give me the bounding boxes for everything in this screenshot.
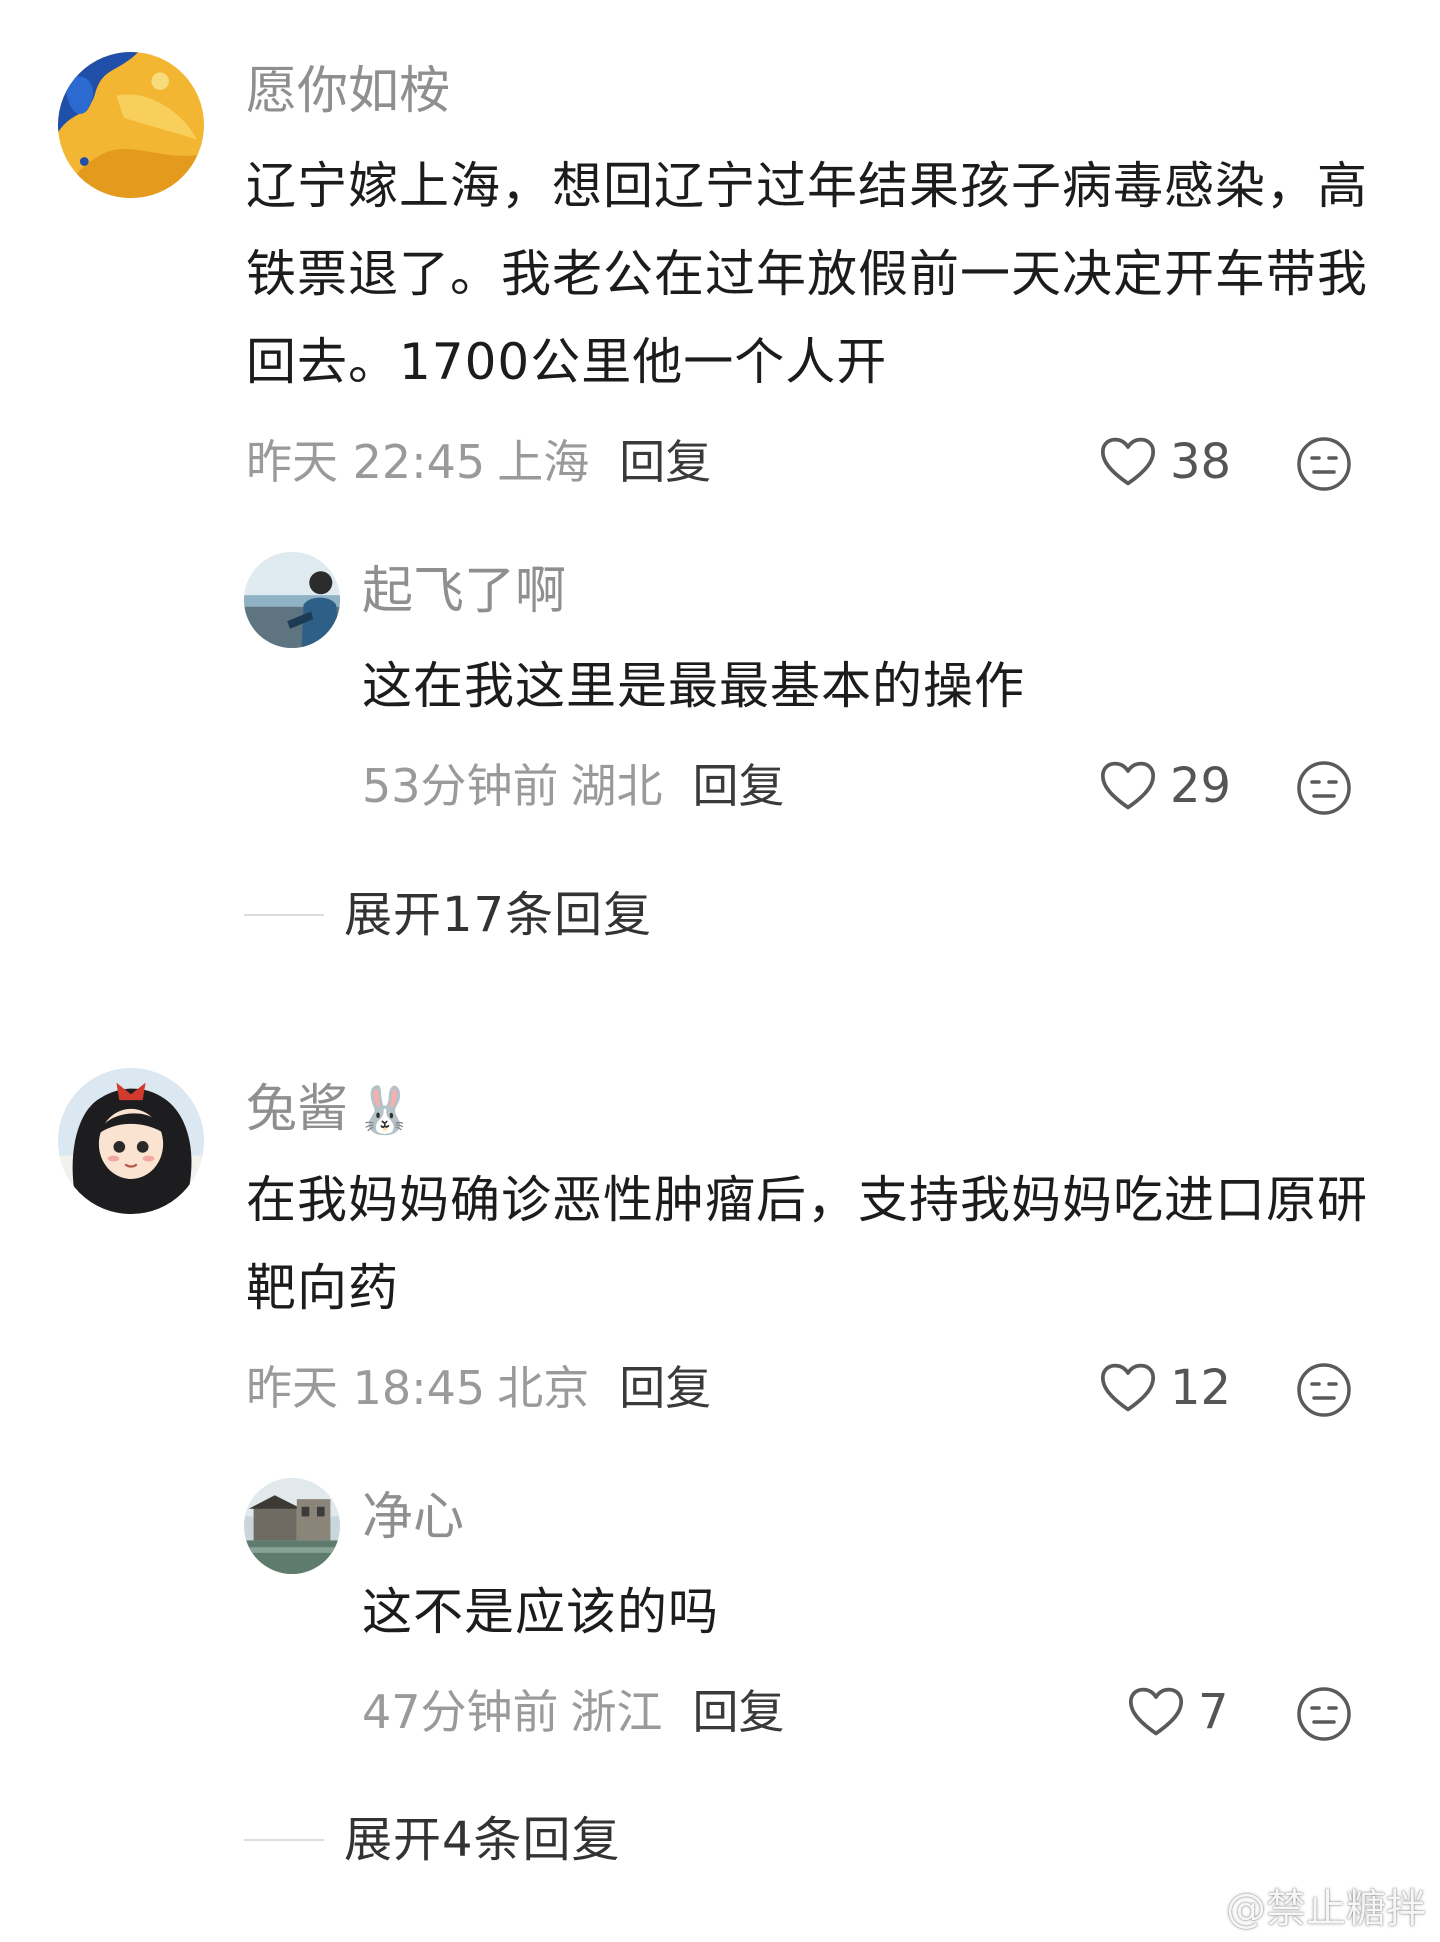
reply-button[interactable]: 回复 bbox=[619, 1361, 711, 1415]
dislike-button[interactable] bbox=[1296, 1362, 1352, 1418]
location: 北京 bbox=[497, 1361, 590, 1415]
comment-item: 兔酱 🐰 在我妈妈确诊恶性肿瘤后，支持我妈妈吃进口原研靶向药 昨天 18:45 北京… bbox=[0, 0, 1440, 1942]
heart-outline-icon bbox=[1128, 1687, 1184, 1736]
comment-text: 在我妈妈确诊恶性肿瘤后，支持我妈妈吃进口原研靶向药 bbox=[246, 1171, 1368, 1317]
username-text: 兔酱 bbox=[246, 1080, 349, 1139]
avatar[interactable] bbox=[244, 1478, 340, 1574]
avatar[interactable] bbox=[58, 1068, 204, 1214]
rabbit-emoji-icon: 🐰 bbox=[356, 1083, 414, 1137]
timestamp: 昨天 18:45 bbox=[246, 1361, 486, 1415]
meh-face-icon bbox=[1297, 1363, 1351, 1417]
heart-outline-icon bbox=[1100, 1363, 1156, 1412]
comment-feed: 愿你如桉 辽宁嫁上海，想回辽宁过年结果孩子病毒感染，高铁票退了。我老公在过年放假… bbox=[0, 0, 1440, 1942]
comment-meta: 昨天 18:45 北京 回复 bbox=[246, 1358, 711, 1418]
like-button[interactable]: 7 bbox=[1128, 1682, 1229, 1742]
username[interactable]: 净心 bbox=[362, 1488, 464, 1548]
expand-replies-button[interactable]: 展开4条回复 bbox=[244, 1810, 621, 1870]
like-count: 7 bbox=[1198, 1684, 1229, 1740]
dislike-button[interactable] bbox=[1296, 1686, 1352, 1742]
timestamp: 47分钟前 bbox=[362, 1685, 559, 1739]
reply-text: 这不是应该的吗 bbox=[362, 1583, 719, 1641]
meh-face-icon bbox=[1297, 1687, 1351, 1741]
divider bbox=[244, 1839, 324, 1841]
like-count: 12 bbox=[1170, 1360, 1232, 1416]
reply-button[interactable]: 回复 bbox=[693, 1685, 785, 1739]
like-button[interactable]: 12 bbox=[1100, 1358, 1231, 1418]
weibo-logo-icon bbox=[1166, 1889, 1216, 1926]
watermark-text: @禁止糖拌 bbox=[1226, 1886, 1426, 1932]
reply-meta: 47分钟前 浙江 回复 bbox=[362, 1682, 785, 1742]
username[interactable]: 兔酱 🐰 bbox=[246, 1080, 413, 1140]
watermark: @禁止糖拌 bbox=[1164, 1876, 1426, 1934]
expand-replies-label: 展开4条回复 bbox=[344, 1812, 621, 1868]
location: 浙江 bbox=[570, 1685, 663, 1739]
